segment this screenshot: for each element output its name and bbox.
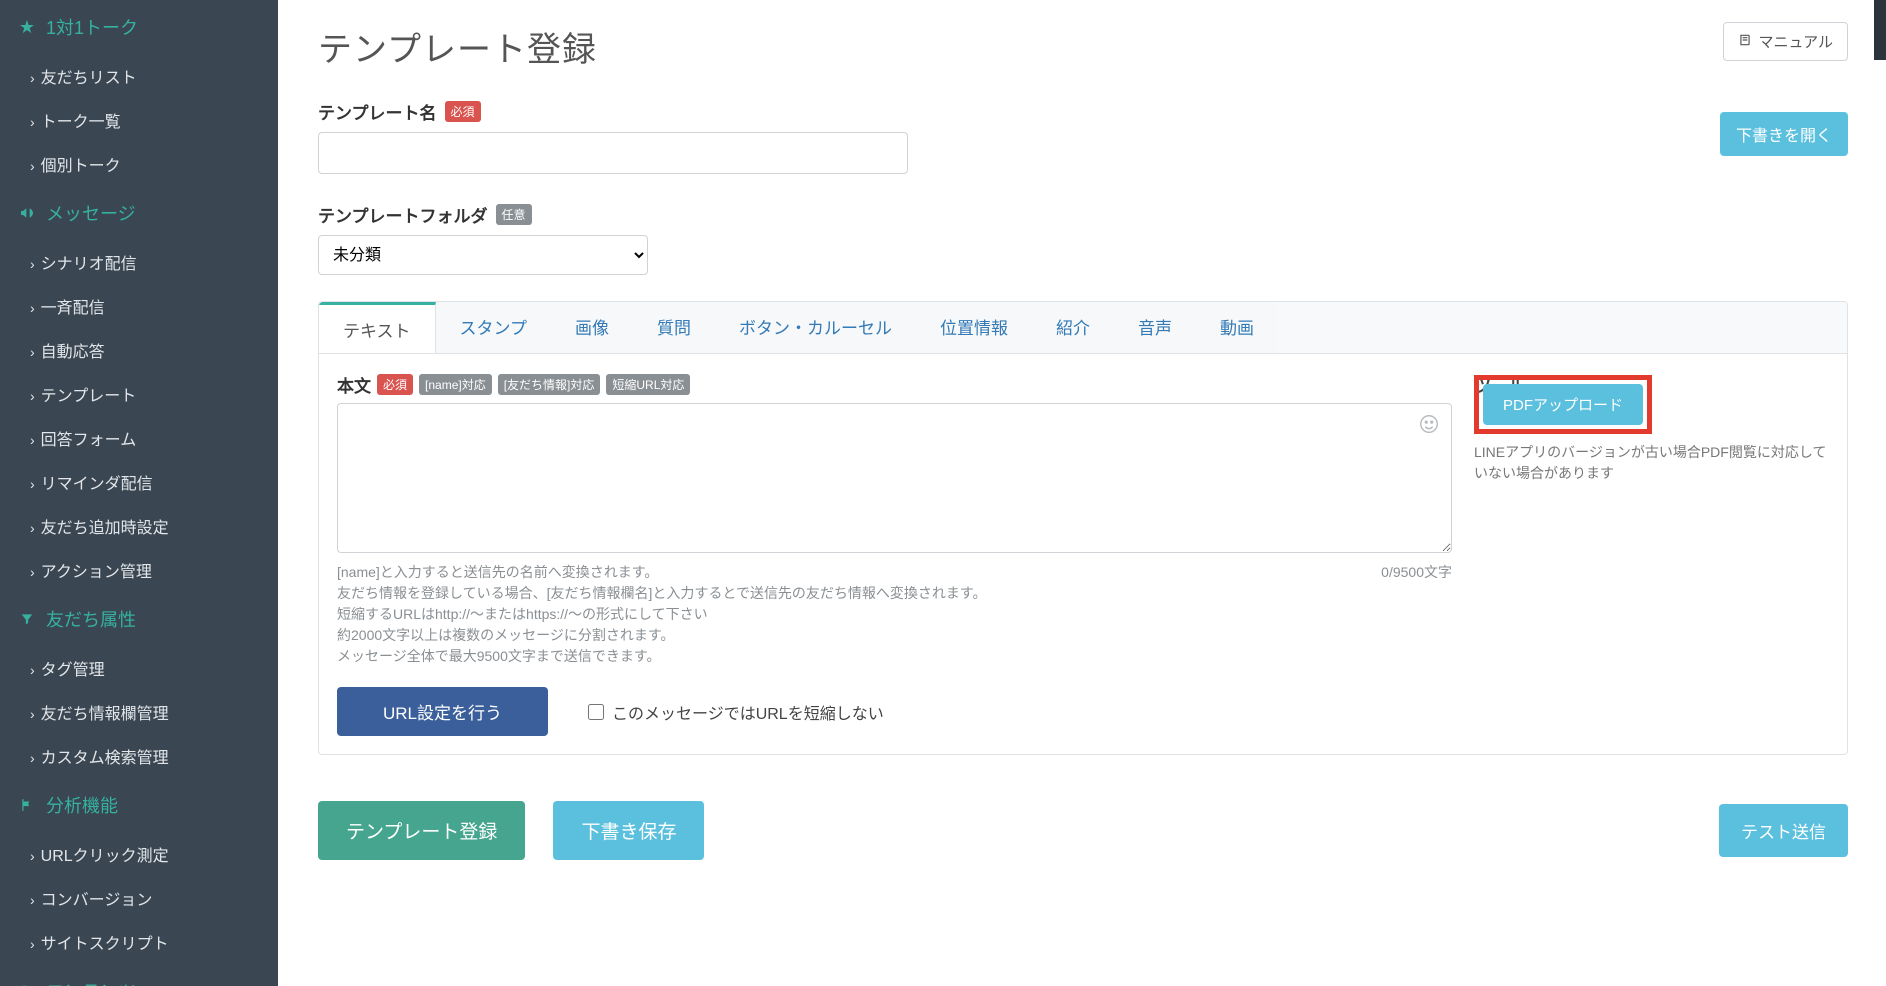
name-support-badge: [name]対応 xyxy=(419,374,492,395)
body-label: 本文 xyxy=(337,372,371,397)
test-send-button[interactable]: テスト送信 xyxy=(1719,804,1848,857)
template-name-input[interactable] xyxy=(318,132,908,174)
chevron-right-icon: › xyxy=(30,158,35,174)
sidebar-item-scenario[interactable]: ›シナリオ配信 xyxy=(0,240,278,284)
side-section-attr[interactable]: 友だち属性 xyxy=(0,592,278,646)
side-section-label: メッセージ xyxy=(46,200,136,226)
chevron-right-icon: › xyxy=(30,848,35,864)
chevron-right-icon: › xyxy=(30,750,35,766)
emoji-icon[interactable] xyxy=(1418,413,1440,441)
megaphone-icon xyxy=(18,205,36,221)
side-section-message[interactable]: メッセージ xyxy=(0,186,278,240)
chevron-right-icon: › xyxy=(30,936,35,952)
chevron-right-icon: › xyxy=(30,892,35,908)
tab-carousel[interactable]: ボタン・カルーセル xyxy=(715,302,916,353)
manual-button-label: マニュアル xyxy=(1758,31,1833,52)
required-badge: 必須 xyxy=(377,374,413,395)
template-folder-select[interactable]: 未分類 xyxy=(318,235,648,275)
sidebar-item-template[interactable]: ›テンプレート xyxy=(0,372,278,416)
hint-line: 約2000文字以上は複数のメッセージに分割されます。 xyxy=(337,625,987,646)
tab-stamp[interactable]: スタンプ xyxy=(436,302,552,353)
sidebar-item-conversion[interactable]: ›コンバージョン xyxy=(0,876,278,920)
hint-line: [name]と入力すると送信先の名前へ変換されます。 xyxy=(337,562,987,583)
chevron-right-icon: › xyxy=(30,432,35,448)
flag-icon xyxy=(18,798,36,812)
chevron-right-icon: › xyxy=(30,520,35,536)
sidebar-item-urlclick[interactable]: ›URLクリック測定 xyxy=(0,832,278,876)
chevron-right-icon: › xyxy=(30,70,35,86)
template-folder-label: テンプレートフォルダ 任意 xyxy=(318,202,1848,227)
book-icon xyxy=(1738,33,1752,51)
char-counter: 0/9500文字 xyxy=(1381,562,1452,667)
save-draft-button[interactable]: 下書き保存 xyxy=(553,801,704,860)
no-shorten-label: このメッセージではURLを短縮しない xyxy=(612,700,884,724)
chevron-right-icon: › xyxy=(30,388,35,404)
chevron-right-icon: › xyxy=(30,662,35,678)
optional-badge: 任意 xyxy=(496,204,532,225)
sidebar-item-reminder[interactable]: ›リマインダ配信 xyxy=(0,460,278,504)
star-icon: ★ xyxy=(18,17,36,38)
sidebar-item-individualtalk[interactable]: ›個別トーク xyxy=(0,142,278,186)
hint-line: 短縮するURLはhttp://～またはhttps://～の形式にして下さい xyxy=(337,604,987,625)
side-section-label: 分析機能 xyxy=(46,792,118,818)
sidebar-item-autoreply[interactable]: ›自動応答 xyxy=(0,328,278,372)
chevron-right-icon: › xyxy=(30,344,35,360)
sidebar-item-talklist[interactable]: ›トーク一覧 xyxy=(0,98,278,142)
tool-note: LINEアプリのバージョンが古い場合PDF閲覧に対応していない場合があります xyxy=(1474,442,1829,484)
url-settings-button[interactable]: URL設定を行う xyxy=(337,687,548,736)
message-type-panel: テキスト スタンプ 画像 質問 ボタン・カルーセル 位置情報 紹介 音声 動画 … xyxy=(318,301,1848,755)
sidebar-item-friendinfo[interactable]: ›友だち情報欄管理 xyxy=(0,690,278,734)
template-name-label: テンプレート名 必須 xyxy=(318,99,1848,124)
side-section-contents[interactable]: コンテンツ xyxy=(0,964,278,986)
hint-line: 友だち情報を登録している場合、[友だち情報欄名]と入力するとで送信先の友だち情報… xyxy=(337,583,987,604)
no-shorten-checkbox[interactable] xyxy=(588,704,604,720)
chevron-right-icon: › xyxy=(30,114,35,130)
chevron-right-icon: › xyxy=(30,564,35,580)
friendinfo-support-badge: [友だち情報]対応 xyxy=(498,374,601,395)
tab-video[interactable]: 動画 xyxy=(1196,302,1278,353)
tab-image[interactable]: 画像 xyxy=(551,302,633,353)
filter-icon xyxy=(18,612,36,626)
manual-button[interactable]: マニュアル xyxy=(1723,22,1848,61)
sidebar-item-action[interactable]: ›アクション管理 xyxy=(0,548,278,592)
side-section-analysis[interactable]: 分析機能 xyxy=(0,778,278,832)
sidebar-item-broadcast[interactable]: ›一斉配信 xyxy=(0,284,278,328)
chevron-right-icon: › xyxy=(30,706,35,722)
shorturl-support-badge: 短縮URL対応 xyxy=(606,374,690,395)
side-section-label: コンテンツ xyxy=(46,978,136,986)
chevron-right-icon: › xyxy=(30,256,35,272)
main-content: テンプレート登録 マニュアル 下書きを開く テンプレート名 必須 テンプレートフ… xyxy=(278,0,1886,986)
tab-location[interactable]: 位置情報 xyxy=(916,302,1032,353)
pdf-upload-button[interactable]: PDFアップロード xyxy=(1483,384,1643,425)
register-button[interactable]: テンプレート登録 xyxy=(318,801,525,860)
tab-bar: テキスト スタンプ 画像 質問 ボタン・カルーセル 位置情報 紹介 音声 動画 xyxy=(319,302,1847,354)
body-textarea[interactable] xyxy=(337,403,1452,553)
tab-text[interactable]: テキスト xyxy=(319,302,436,354)
chevron-right-icon: › xyxy=(30,300,35,316)
chevron-right-icon: › xyxy=(30,476,35,492)
required-badge: 必須 xyxy=(445,101,481,122)
side-section-talk[interactable]: ★ 1対1トーク xyxy=(0,0,278,54)
sidebar-item-sitescript[interactable]: ›サイトスクリプト xyxy=(0,920,278,964)
side-section-label: 1対1トーク xyxy=(46,14,138,40)
tab-intro[interactable]: 紹介 xyxy=(1032,302,1114,353)
sidebar-item-friendlist[interactable]: ›友だちリスト xyxy=(0,54,278,98)
pdf-upload-highlight: PDFアップロード xyxy=(1474,375,1652,434)
no-shorten-wrapper[interactable]: このメッセージではURLを短縮しない xyxy=(588,700,884,724)
hint-line: メッセージ全体で最大9500文字まで送信できます。 xyxy=(337,646,987,667)
tab-audio[interactable]: 音声 xyxy=(1114,302,1196,353)
tab-question[interactable]: 質問 xyxy=(633,302,715,353)
sidebar-item-friendadd[interactable]: ›友だち追加時設定 xyxy=(0,504,278,548)
sidebar: ★ 1対1トーク ›友だちリスト ›トーク一覧 ›個別トーク メッセージ ›シナ… xyxy=(0,0,278,986)
sidebar-item-tag[interactable]: ›タグ管理 xyxy=(0,646,278,690)
side-section-label: 友だち属性 xyxy=(46,606,136,632)
open-draft-button[interactable]: 下書きを開く xyxy=(1720,112,1848,156)
sidebar-item-answerform[interactable]: ›回答フォーム xyxy=(0,416,278,460)
sidebar-item-customsearch[interactable]: ›カスタム検索管理 xyxy=(0,734,278,778)
page-title: テンプレート登録 xyxy=(318,22,597,71)
